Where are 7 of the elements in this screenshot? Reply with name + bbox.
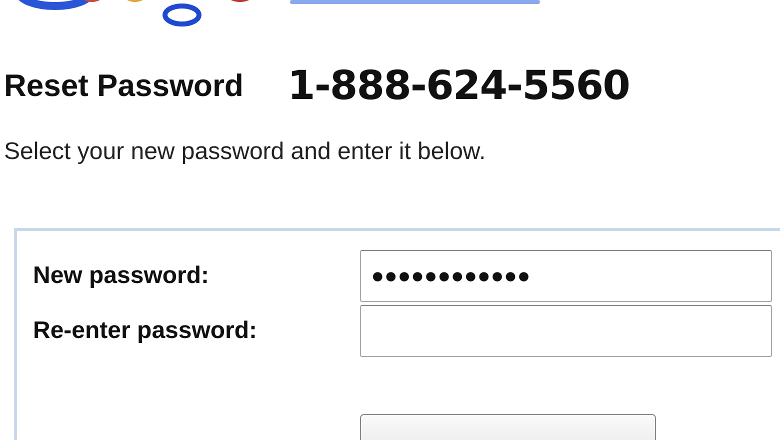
field-label: New password: (33, 262, 210, 290)
page-heading: Reset Password (4, 68, 244, 104)
instruction-text: Select your new password and enter it below. (4, 138, 487, 166)
field-label: Re-enter password: (33, 317, 258, 345)
password-field[interactable] (360, 305, 772, 357)
password-field[interactable]: ●●●●●●●●●●●● (360, 250, 772, 302)
phone-number: 1-888-624-5560 (288, 63, 630, 109)
